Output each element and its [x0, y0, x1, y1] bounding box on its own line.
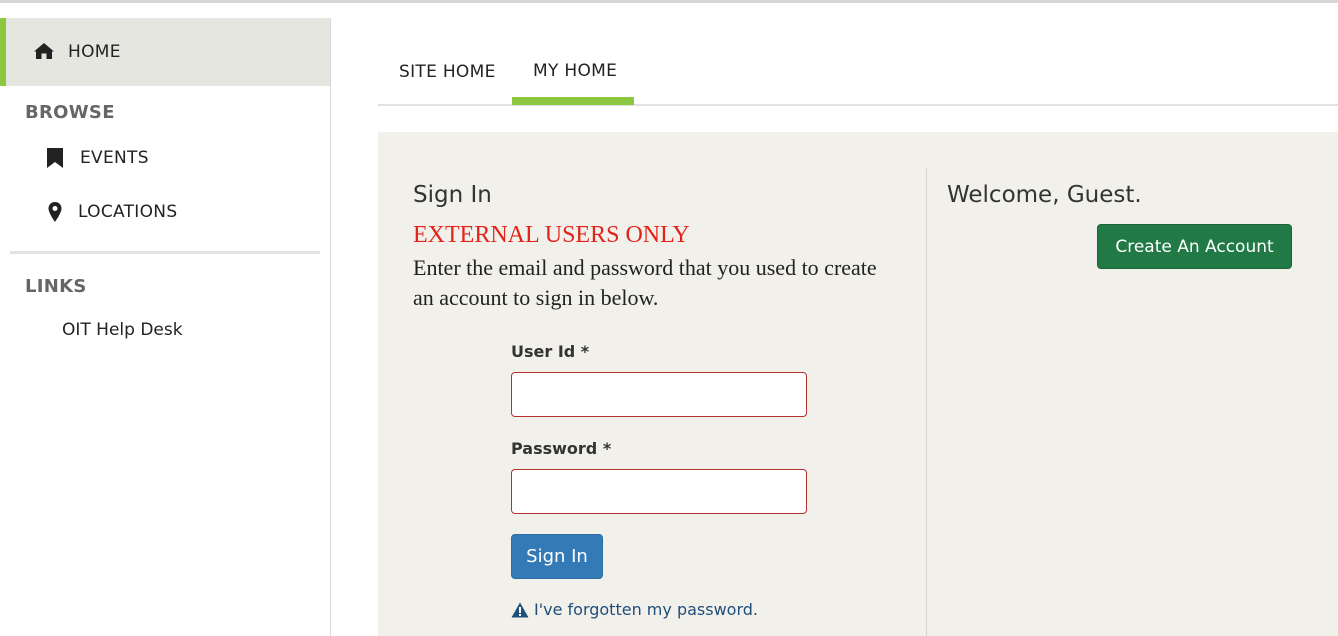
- create-account-button[interactable]: Create An Account: [1097, 224, 1292, 269]
- signin-instructions: Enter the email and password that you us…: [413, 255, 877, 310]
- column-divider: [926, 168, 927, 636]
- browse-heading: BROWSE: [25, 102, 115, 123]
- external-users-notice: EXTERNAL USERS ONLY: [413, 222, 690, 248]
- tab-site-home[interactable]: SITE HOME: [399, 62, 496, 82]
- map-pin-icon: [48, 202, 62, 222]
- forgot-password-link[interactable]: I've forgotten my password.: [511, 600, 758, 619]
- welcome-message: Welcome, Guest.: [947, 182, 1142, 208]
- link-oit-help-desk[interactable]: OIT Help Desk: [62, 320, 183, 340]
- sidebar-item-label: LOCATIONS: [78, 202, 178, 222]
- warning-icon: [511, 602, 529, 617]
- sidebar-item-locations[interactable]: LOCATIONS: [46, 202, 177, 222]
- password-input[interactable]: [511, 469, 807, 514]
- sidebar-item-label: EVENTS: [80, 148, 149, 168]
- user-id-label: User Id *: [511, 342, 590, 361]
- sidebar-item-home[interactable]: HOME: [0, 18, 330, 86]
- password-label: Password *: [511, 439, 612, 458]
- tab-my-home[interactable]: MY HOME: [533, 61, 617, 81]
- sidebar-item-label: HOME: [68, 42, 121, 62]
- home-icon: [34, 43, 54, 59]
- main-panel: Sign In EXTERNAL USERS ONLY Enter the em…: [378, 132, 1338, 636]
- user-id-input[interactable]: [511, 372, 807, 417]
- active-tab-indicator: [512, 97, 634, 105]
- tab-bar: SITE HOME MY HOME: [378, 0, 1338, 106]
- bookmark-icon: [47, 148, 63, 168]
- links-heading: LINKS: [25, 276, 87, 297]
- sidebar-item-events[interactable]: EVENTS: [46, 148, 149, 168]
- forgot-password-label: I've forgotten my password.: [534, 600, 758, 619]
- sidebar: HOME BROWSE EVENTS LOCATIONS LINKS OIT H…: [0, 18, 331, 636]
- sidebar-divider: [10, 251, 320, 254]
- sign-in-button[interactable]: Sign In: [511, 534, 603, 579]
- signin-title: Sign In: [413, 182, 492, 208]
